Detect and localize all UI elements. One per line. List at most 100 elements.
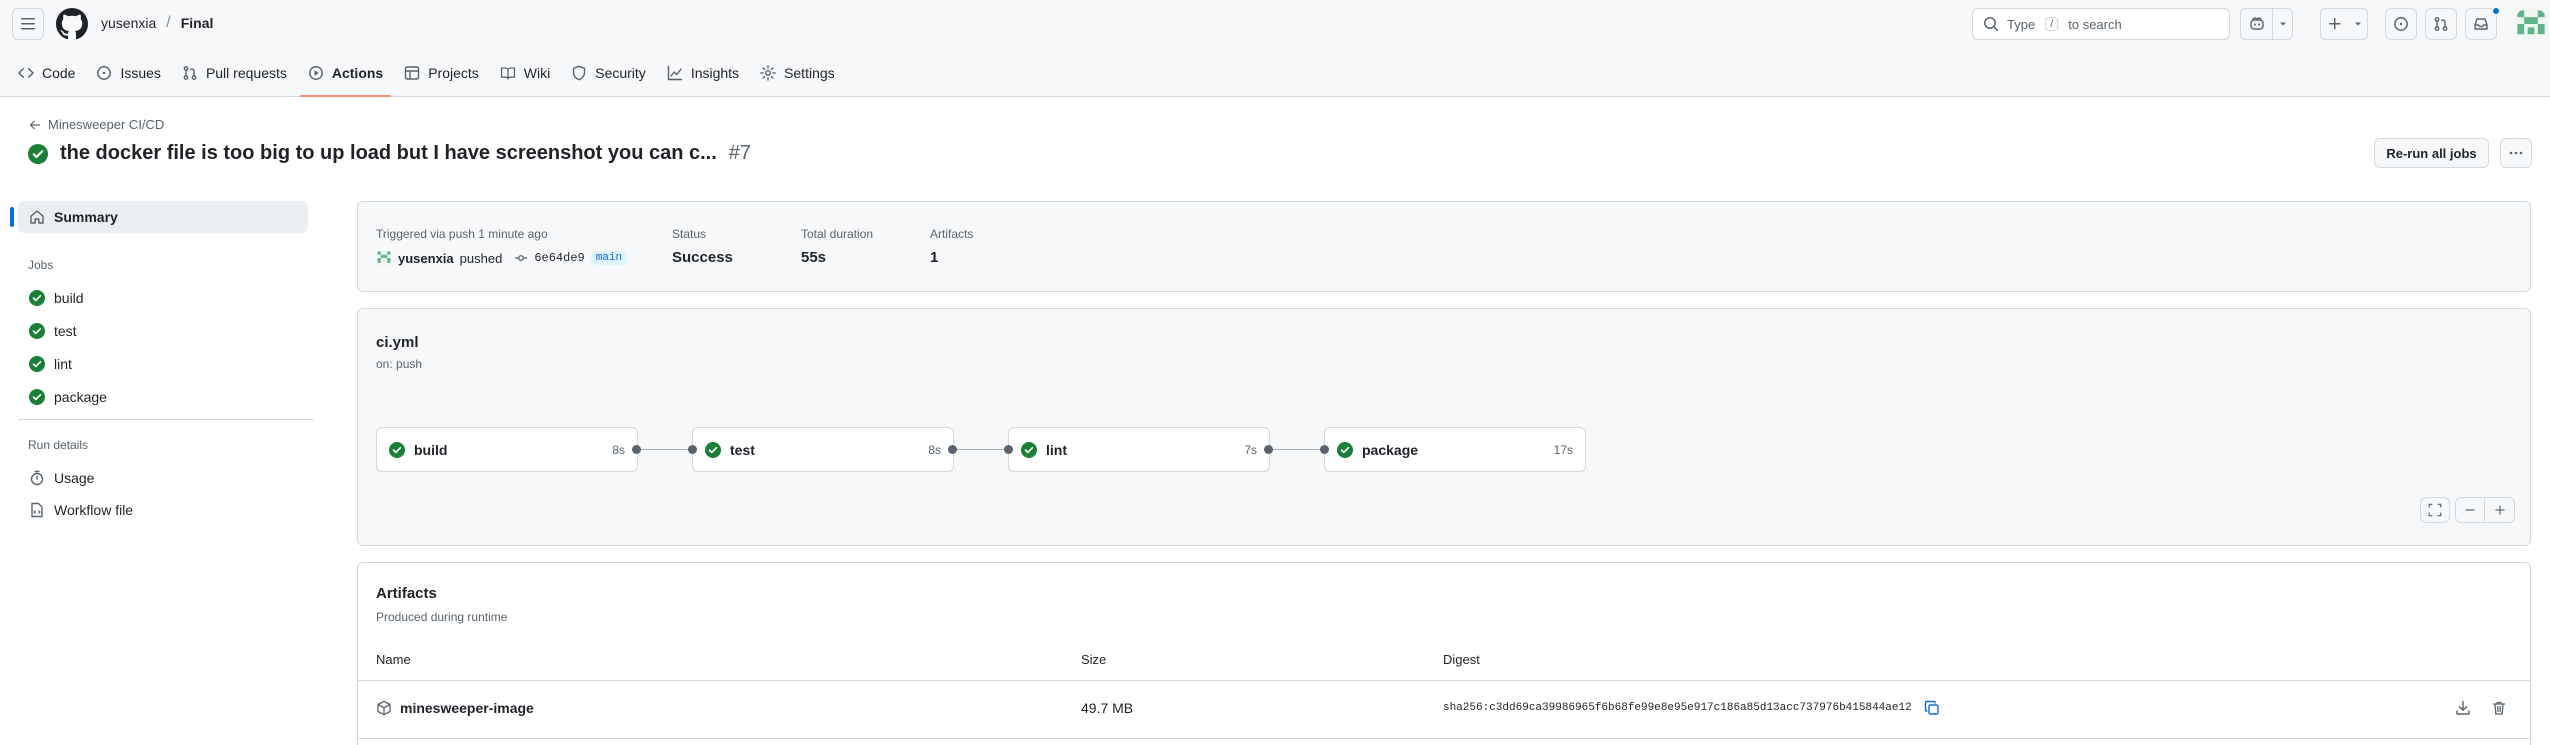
tab-wiki[interactable]: Wiki <box>492 48 558 97</box>
graph-connector-dot <box>1264 445 1273 454</box>
artifact-size-value: 49.7 MB <box>1081 700 1134 716</box>
copy-icon[interactable] <box>1924 700 1940 716</box>
hamburger-icon <box>21 18 35 30</box>
sidebar-job-package[interactable]: package <box>18 381 308 413</box>
sidebar-item-workflow-file[interactable]: Workflow file <box>18 494 308 526</box>
check-circle-fill-icon <box>705 441 721 458</box>
graph-connector-dot <box>1004 445 1013 454</box>
create-new-button[interactable] <box>2320 8 2368 40</box>
tab-issues[interactable]: Issues <box>88 48 168 97</box>
fullscreen-button[interactable] <box>2420 497 2450 523</box>
more-options-button[interactable] <box>2500 138 2532 168</box>
artifact-name-link[interactable]: minesweeper-image <box>400 700 534 716</box>
sidebar-item-summary-label: Summary <box>54 209 118 225</box>
graph-job-name: package <box>1362 441 1419 458</box>
graph-connector <box>638 449 692 450</box>
status-label: Status <box>672 227 707 241</box>
sidebar-job-label: test <box>54 323 77 339</box>
workflow-file-name: ci.yml <box>376 334 419 351</box>
tab-actions-label: Actions <box>331 64 384 81</box>
stopwatch-icon <box>30 470 44 486</box>
tab-projects-label: Projects <box>428 64 479 81</box>
sidebar-item-usage-label: Usage <box>54 470 95 486</box>
play-icon <box>308 65 323 80</box>
menu-button[interactable] <box>12 8 44 40</box>
zoom-in-button[interactable] <box>2485 498 2514 522</box>
issue-opened-icon <box>2394 17 2408 31</box>
check-circle-fill-icon <box>29 356 45 372</box>
book-icon <box>500 66 515 80</box>
workflow-trigger: on: push <box>376 357 423 371</box>
check-circle-fill-icon <box>29 290 45 306</box>
check-circle-fill-icon <box>29 323 45 339</box>
workflow-back-link[interactable]: Minesweeper CI/CD <box>29 117 164 132</box>
sidebar-job-lint[interactable]: lint <box>18 348 308 380</box>
rerun-all-jobs-button[interactable]: Re-run all jobs <box>2374 138 2489 168</box>
pull-request-icon <box>183 65 197 80</box>
trigger-details: yusenxia pushed 6e64de9 main <box>376 250 628 266</box>
repo-nav: Code Issues Pull requests Actions Projec… <box>0 48 848 97</box>
run-number: #7 <box>728 142 752 164</box>
repo-link[interactable]: Final <box>181 15 214 31</box>
tab-actions[interactable]: Actions <box>299 48 392 97</box>
trash-icon <box>2492 701 2506 715</box>
column-header-size: Size <box>1081 652 1107 667</box>
shield-icon <box>573 65 586 80</box>
pull-requests-button[interactable] <box>2425 8 2457 40</box>
actor-avatar[interactable] <box>376 250 392 266</box>
commit-sha-link[interactable]: 6e64de9 <box>534 251 584 265</box>
zoom-out-button[interactable] <box>2456 498 2485 522</box>
tab-projects[interactable]: Projects <box>396 48 487 97</box>
tab-pull-requests[interactable]: Pull requests <box>174 48 295 97</box>
graph-job-build[interactable]: build 8s <box>376 427 638 472</box>
graph-job-lint[interactable]: lint 7s <box>1008 427 1270 472</box>
kebab-horizontal-icon <box>2509 151 2523 155</box>
repo-context: yusenxia / Final <box>101 14 213 32</box>
check-circle-fill-icon <box>29 389 45 405</box>
graph-job-package[interactable]: package 17s <box>1324 427 1586 472</box>
graph-connector-dot <box>948 445 957 454</box>
sidebar-job-label: build <box>54 290 84 306</box>
sidebar-job-label: lint <box>54 356 72 372</box>
owner-link[interactable]: yusenxia <box>101 15 156 31</box>
git-commit-icon <box>515 255 528 261</box>
run-title-text: the docker file is too big to up load bu… <box>60 142 717 164</box>
graph-icon <box>667 65 683 80</box>
artifacts-count-label: Artifacts <box>930 227 974 241</box>
sidebar-item-usage[interactable]: Usage <box>18 462 308 494</box>
arrow-left-icon <box>29 120 41 129</box>
copilot-button[interactable] <box>2240 8 2293 40</box>
issues-button[interactable] <box>2385 8 2417 40</box>
duration-value[interactable]: 55s <box>801 249 826 266</box>
actor-link[interactable]: yusenxia <box>398 251 454 266</box>
app-header: yusenxia / Final Type / to search Code I… <box>0 0 2550 97</box>
table-header-divider <box>357 680 2531 681</box>
sidebar-job-build[interactable]: build <box>18 282 308 314</box>
search-icon <box>1984 17 1998 31</box>
path-separator: / <box>166 14 171 31</box>
search-input[interactable]: Type / to search <box>1972 8 2230 40</box>
chevron-down-icon[interactable] <box>2272 9 2292 39</box>
branch-label[interactable]: main <box>590 251 628 265</box>
tab-insights[interactable]: Insights <box>659 48 747 97</box>
dash-icon <box>2465 509 2475 511</box>
sidebar-job-test[interactable]: test <box>18 315 308 347</box>
delete-artifact-button[interactable] <box>2491 700 2507 716</box>
tab-code[interactable]: Code <box>10 48 83 97</box>
search-placeholder-suffix: to search <box>2068 16 2122 32</box>
graph-job-test[interactable]: test 8s <box>692 427 954 472</box>
sidebar-item-summary[interactable]: Summary <box>10 201 308 233</box>
artifacts-subtitle: Produced during runtime <box>376 610 508 624</box>
artifacts-count-value: 1 <box>930 249 939 266</box>
code-icon <box>18 67 34 78</box>
tab-settings[interactable]: Settings <box>752 48 843 97</box>
github-logo[interactable] <box>56 8 88 40</box>
graph-job-duration: 7s <box>1244 442 1257 457</box>
download-artifact-button[interactable] <box>2455 700 2471 716</box>
tab-security[interactable]: Security <box>563 48 654 97</box>
header-top-row: yusenxia / Final Type / to search <box>0 0 2550 48</box>
identicon-icon <box>376 250 392 266</box>
graph-job-duration: 8s <box>612 442 625 457</box>
user-avatar[interactable] <box>2514 7 2548 41</box>
zoom-controls <box>2455 497 2515 523</box>
